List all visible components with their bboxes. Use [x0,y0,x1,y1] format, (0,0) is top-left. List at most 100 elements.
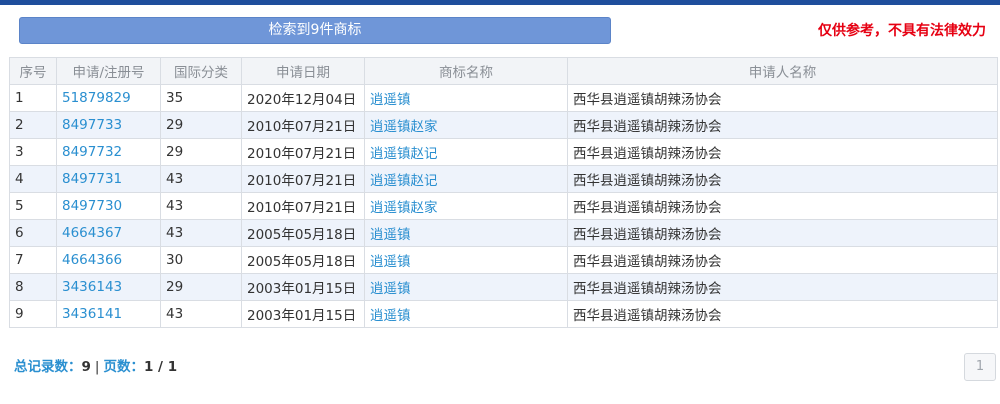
cell-class: 29 [160,273,242,301]
column-header-seq: 序号 [9,57,57,85]
cell-applicant: 西华县逍遥镇胡辣汤协会 [567,165,998,193]
cell-seq: 7 [9,246,57,274]
cell-class: 43 [160,219,242,247]
cell-trademark-name: 逍遥镇 [364,84,568,112]
column-header-date: 申请日期 [241,57,365,85]
cell-reg-no-link[interactable]: 4664366 [62,252,122,268]
cell-seq: 3 [9,138,57,166]
cell-seq: 4 [9,165,57,193]
cell-class: 29 [160,138,242,166]
column-header-class: 国际分类 [160,57,242,85]
top-accent-bar [0,0,1000,5]
cell-reg-no: 8497730 [56,192,161,220]
column-header-reg-no: 申请/注册号 [56,57,161,85]
pages-label: 页数： [103,359,144,375]
cell-trademark-name-link[interactable]: 逍遥镇赵家 [370,119,438,135]
cell-reg-no-link[interactable]: 8497731 [62,171,122,187]
table-row: 6 4664367 43 2005年05月18日 逍遥镇 西华县逍遥镇胡辣汤协会 [9,219,998,247]
legal-disclaimer: 仅供参考，不具有法律效力 [818,23,986,39]
cell-applicant: 西华县逍遥镇胡辣汤协会 [567,111,998,139]
table-row: 1 51879829 35 2020年12月04日 逍遥镇 西华县逍遥镇胡辣汤协会 [9,84,998,112]
cell-trademark-name: 逍遥镇赵家 [364,192,568,220]
cell-trademark-name: 逍遥镇 [364,300,568,328]
cell-reg-no: 8497732 [56,138,161,166]
cell-reg-no: 4664367 [56,219,161,247]
cell-date: 2005年05月18日 [241,219,365,247]
cell-reg-no: 51879829 [56,84,161,112]
table-header-row: 序号 申请/注册号 国际分类 申请日期 商标名称 申请人名称 [9,57,998,85]
cell-reg-no: 8497731 [56,165,161,193]
cell-class: 29 [160,111,242,139]
table-row: 5 8497730 43 2010年07月21日 逍遥镇赵家 西华县逍遥镇胡辣汤协会 [9,192,998,220]
cell-date: 2010年07月21日 [241,192,365,220]
cell-trademark-name-link[interactable]: 逍遥镇 [370,308,411,324]
cell-reg-no-link[interactable]: 8497732 [62,144,122,160]
cell-seq: 8 [9,273,57,301]
cell-class: 43 [160,165,242,193]
cell-applicant: 西华县逍遥镇胡辣汤协会 [567,84,998,112]
table-row: 2 8497733 29 2010年07月21日 逍遥镇赵家 西华县逍遥镇胡辣汤协会 [9,111,998,139]
cell-applicant: 西华县逍遥镇胡辣汤协会 [567,219,998,247]
table-row: 3 8497732 29 2010年07月21日 逍遥镇赵记 西华县逍遥镇胡辣汤协会 [9,138,998,166]
cell-reg-no-link[interactable]: 8497733 [62,117,122,133]
cell-applicant: 西华县逍遥镇胡辣汤协会 [567,138,998,166]
cell-trademark-name: 逍遥镇赵家 [364,111,568,139]
total-records-label: 总记录数： [14,359,82,375]
cell-trademark-name-link[interactable]: 逍遥镇 [370,281,411,297]
cell-trademark-name-link[interactable]: 逍遥镇 [370,227,411,243]
summary-separator: | [94,359,100,375]
cell-trademark-name-link[interactable]: 逍遥镇赵记 [370,173,438,189]
cell-trademark-name-link[interactable]: 逍遥镇 [370,254,411,270]
cell-date: 2010年07月21日 [241,165,365,193]
search-result-count-button[interactable]: 检索到9件商标 [19,17,611,44]
cell-reg-no: 3436143 [56,273,161,301]
cell-class: 35 [160,84,242,112]
column-header-applicant: 申请人名称 [567,57,998,85]
cell-date: 2003年01月15日 [241,300,365,328]
cell-trademark-name: 逍遥镇 [364,219,568,247]
cell-trademark-name: 逍遥镇 [364,273,568,301]
cell-seq: 5 [9,192,57,220]
total-records-value: 9 [81,359,91,375]
cell-trademark-name: 逍遥镇 [364,246,568,274]
cell-applicant: 西华县逍遥镇胡辣汤协会 [567,246,998,274]
cell-reg-no-link[interactable]: 51879829 [62,90,131,106]
cell-class: 30 [160,246,242,274]
cell-applicant: 西华县逍遥镇胡辣汤协会 [567,273,998,301]
cell-class: 43 [160,300,242,328]
cell-reg-no: 3436141 [56,300,161,328]
cell-trademark-name-link[interactable]: 逍遥镇赵记 [370,146,438,162]
trademark-results-table: 序号 申请/注册号 国际分类 申请日期 商标名称 申请人名称 1 51879829… [9,57,998,328]
cell-reg-no-link[interactable]: 4664367 [62,225,122,241]
cell-seq: 1 [9,84,57,112]
cell-reg-no-link[interactable]: 8497730 [62,198,122,214]
pages-value: 1 / 1 [143,359,178,375]
cell-reg-no-link[interactable]: 3436143 [62,279,122,295]
cell-reg-no-link[interactable]: 3436141 [62,306,122,322]
cell-reg-no: 8497733 [56,111,161,139]
cell-seq: 2 [9,111,57,139]
cell-applicant: 西华县逍遥镇胡辣汤协会 [567,300,998,328]
cell-date: 2020年12月04日 [241,84,365,112]
cell-seq: 6 [9,219,57,247]
cell-trademark-name-link[interactable]: 逍遥镇 [370,92,411,108]
cell-class: 43 [160,192,242,220]
table-body: 1 51879829 35 2020年12月04日 逍遥镇 西华县逍遥镇胡辣汤协会 2 849… [9,84,998,328]
cell-date: 2005年05月18日 [241,246,365,274]
cell-seq: 9 [9,300,57,328]
column-header-trademark-name: 商标名称 [364,57,568,85]
pagination-summary: 总记录数：9 | 页数：1 / 1 [14,355,177,375]
table-row: 7 4664366 30 2005年05月18日 逍遥镇 西华县逍遥镇胡辣汤协会 [9,246,998,274]
cell-trademark-name-link[interactable]: 逍遥镇赵家 [370,200,438,216]
cell-trademark-name: 逍遥镇赵记 [364,138,568,166]
cell-date: 2010年07月21日 [241,111,365,139]
cell-reg-no: 4664366 [56,246,161,274]
page-1-button[interactable]: 1 [964,353,996,381]
table-row: 4 8497731 43 2010年07月21日 逍遥镇赵记 西华县逍遥镇胡辣汤协会 [9,165,998,193]
cell-date: 2003年01月15日 [241,273,365,301]
cell-date: 2010年07月21日 [241,138,365,166]
cell-applicant: 西华县逍遥镇胡辣汤协会 [567,192,998,220]
cell-trademark-name: 逍遥镇赵记 [364,165,568,193]
table-row: 8 3436143 29 2003年01月15日 逍遥镇 西华县逍遥镇胡辣汤协会 [9,273,998,301]
table-row: 9 3436141 43 2003年01月15日 逍遥镇 西华县逍遥镇胡辣汤协会 [9,300,998,328]
